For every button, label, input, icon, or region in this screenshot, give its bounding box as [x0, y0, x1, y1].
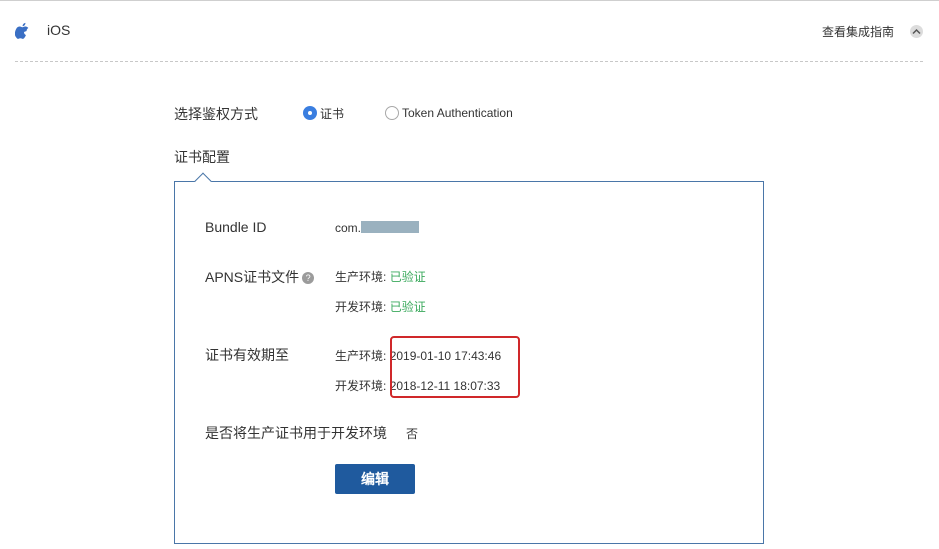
use-prod-for-dev-label: 是否将生产证书用于开发环境 — [205, 425, 387, 441]
apns-label: APNS证书文件? — [205, 267, 315, 287]
expiry-prod-label: 生产环境: — [335, 349, 387, 363]
auth-method-label: 选择鉴权方式 — [174, 106, 258, 122]
cert-config-title: 证书配置 — [174, 149, 230, 165]
panel-notch — [194, 172, 212, 190]
redacted-block — [361, 221, 420, 233]
expiry-label: 证书有效期至 — [205, 347, 289, 363]
apns-dev-label: 开发环境: — [335, 300, 387, 314]
radio-checked-icon[interactable] — [303, 106, 317, 120]
apns-prod-label: 生产环境: — [335, 270, 387, 284]
bundle-id-prefix: com. — [335, 221, 362, 235]
auth-option-certificate-label: 证书 — [320, 106, 345, 121]
apns-prod-row: 生产环境: 已验证 — [335, 268, 426, 285]
apple-icon — [15, 22, 29, 39]
expiry-dev-label: 开发环境: — [335, 379, 387, 393]
auth-option-token-label: Token Authentication — [402, 106, 513, 120]
radio-unchecked-icon[interactable] — [385, 106, 399, 120]
collapse-button[interactable] — [910, 25, 923, 38]
edit-button[interactable]: 编辑 — [335, 464, 415, 494]
apns-dev-row: 开发环境: 已验证 — [335, 298, 426, 315]
platform-header: iOS 查看集成指南 — [0, 0, 939, 62]
apns-label-text: APNS证书文件 — [205, 269, 300, 285]
help-icon[interactable]: ? — [302, 272, 315, 284]
cert-config-panel: Bundle ID com. APNS证书文件? 生产环境: 已验证 开发环境:… — [174, 172, 764, 544]
auth-option-token[interactable]: Token Authentication — [385, 104, 513, 122]
use-prod-for-dev-value: 否 — [406, 427, 419, 441]
bundle-id-value: com. — [335, 221, 420, 235]
apns-prod-status: 已验证 — [389, 270, 426, 284]
bundle-id-label: Bundle ID — [205, 219, 267, 235]
highlight-annotation — [390, 336, 520, 398]
header-divider — [15, 61, 923, 62]
platform-title: iOS — [47, 22, 71, 38]
chevron-up-icon — [912, 28, 921, 35]
auth-option-certificate[interactable]: 证书 — [303, 104, 344, 122]
integration-guide-link[interactable]: 查看集成指南 — [822, 23, 894, 40]
apns-dev-status: 已验证 — [389, 300, 426, 314]
